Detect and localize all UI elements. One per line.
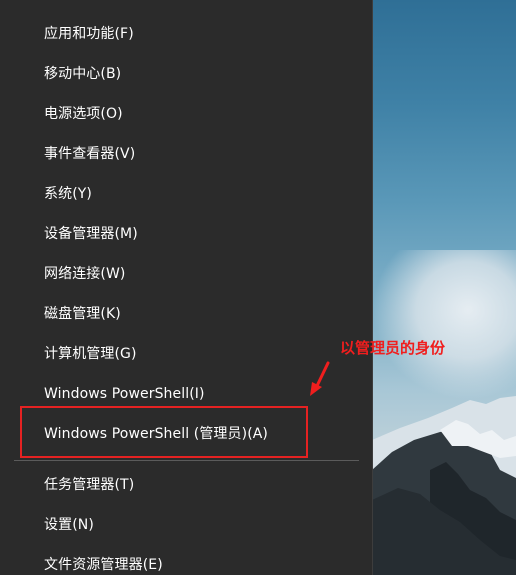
menu-item-mobility-center[interactable]: 移动中心(B): [0, 54, 372, 94]
highlight-box: [20, 406, 308, 458]
menu-item-network-connections[interactable]: 网络连接(W): [0, 254, 372, 294]
menu-item-settings[interactable]: 设置(N): [0, 505, 372, 545]
menu-item-apps-features[interactable]: 应用和功能(F): [0, 14, 372, 54]
menu-item-task-manager[interactable]: 任务管理器(T): [0, 465, 372, 505]
winx-context-menu: 应用和功能(F) 移动中心(B) 电源选项(O) 事件查看器(V) 系统(Y) …: [0, 0, 373, 575]
menu-item-device-manager[interactable]: 设备管理器(M): [0, 214, 372, 254]
annotation-label: 以管理员的身份: [340, 339, 446, 357]
menu-separator: [14, 460, 359, 461]
menu-item-file-explorer[interactable]: 文件资源管理器(E): [0, 545, 372, 585]
menu-item-event-viewer[interactable]: 事件查看器(V): [0, 134, 372, 174]
menu-item-power-options[interactable]: 电源选项(O): [0, 94, 372, 134]
annotation-arrow-icon: [310, 361, 330, 396]
menu-item-disk-management[interactable]: 磁盘管理(K): [0, 294, 372, 334]
menu-item-system[interactable]: 系统(Y): [0, 174, 372, 214]
